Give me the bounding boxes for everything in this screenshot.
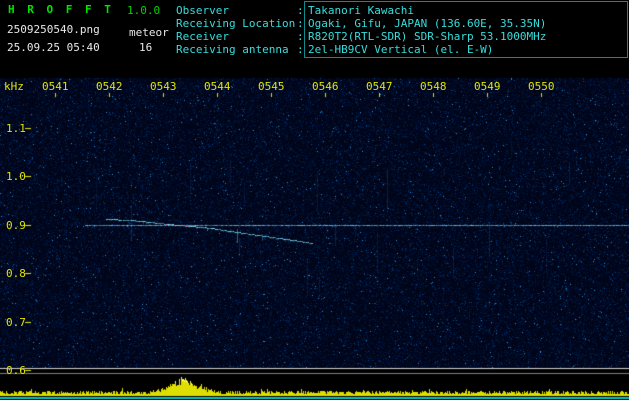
info-label: Receiving Location — [176, 17, 296, 30]
info-row-receiver: Receiver : R820T2(RTL-SDR) SDR-Sharp 53.… — [0, 30, 629, 43]
info-value: R820T2(RTL-SDR) SDR-Sharp 53.1000MHz — [308, 30, 547, 43]
time-label-0549: 0549 — [474, 80, 501, 93]
info-row-location: Receiving Location : Ogaki, Gifu, JAPAN … — [0, 17, 629, 30]
freq-label-1-0: 1.0 — [6, 170, 26, 183]
time-label-0544: 0544 — [204, 80, 231, 93]
info-row-observer: Observer : Takanori Kawachi — [0, 4, 629, 17]
time-label-0543: 0543 — [150, 80, 177, 93]
freq-label-1-1: 1.1 — [6, 122, 26, 135]
spectrogram-canvas — [0, 0, 629, 400]
time-label-0545: 0545 — [258, 80, 285, 93]
hrofft-window: H R O F F T 1.0.0 2509250540.png meteor … — [0, 0, 629, 400]
freq-label-0-9: 0.9 — [6, 219, 26, 232]
info-separator: : — [297, 43, 304, 56]
info-label: Receiver — [176, 30, 229, 43]
freq-label-0-7: 0.7 — [6, 316, 26, 329]
info-value: Takanori Kawachi — [308, 4, 414, 17]
info-separator: : — [297, 4, 304, 17]
info-value: Ogaki, Gifu, JAPAN (136.60E, 35.35N) — [308, 17, 547, 30]
time-label-0541: 0541 — [42, 80, 69, 93]
time-label-0546: 0546 — [312, 80, 339, 93]
time-label-0548: 0548 — [420, 80, 447, 93]
time-label-0547: 0547 — [366, 80, 393, 93]
y-axis-unit: kHz — [4, 80, 24, 93]
info-value: 2el-HB9CV Vertical (el. E-W) — [308, 43, 494, 56]
info-row-antenna: Receiving antenna : 2el-HB9CV Vertical (… — [0, 43, 629, 56]
time-label-0542: 0542 — [96, 80, 123, 93]
info-label: Receiving antenna — [176, 43, 289, 56]
time-label-0550: 0550 — [528, 80, 555, 93]
info-separator: : — [297, 17, 304, 30]
info-label: Observer — [176, 4, 229, 17]
freq-label-0-6: 0.6 — [6, 364, 26, 377]
freq-label-0-8: 0.8 — [6, 267, 26, 280]
info-separator: : — [297, 30, 304, 43]
